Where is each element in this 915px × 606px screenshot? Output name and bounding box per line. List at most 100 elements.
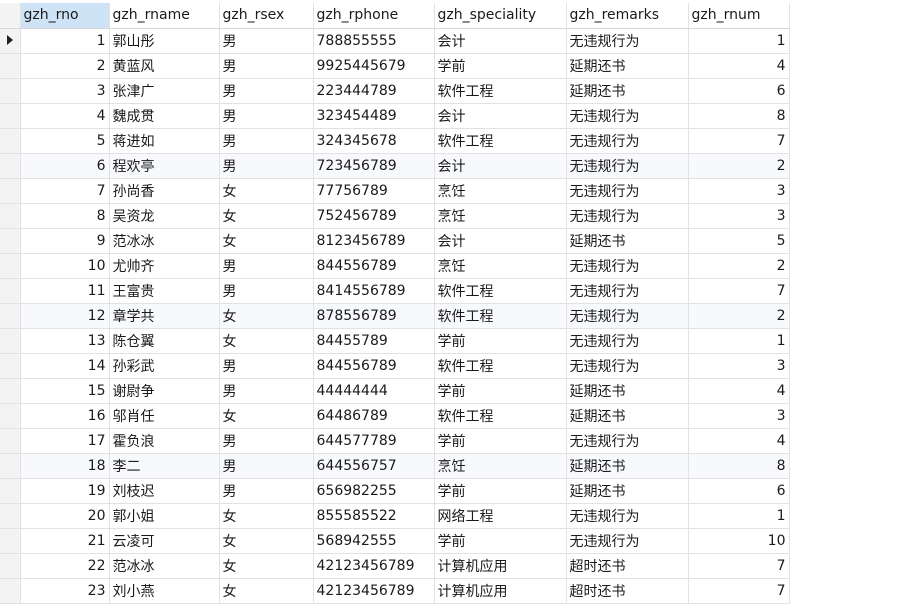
cell-gzh-rno[interactable]: 10 — [20, 253, 110, 279]
row-selector[interactable] — [0, 303, 21, 329]
table-row[interactable]: 21 云凌可女 568942555 学前 无违规行为 10 — [0, 528, 790, 554]
cell-gzh-rnum[interactable]: 7 — [688, 553, 790, 579]
cell-gzh-remarks[interactable]: 延期还书 — [566, 53, 689, 79]
cell-gzh-remarks[interactable]: 延期还书 — [566, 78, 689, 104]
cell-gzh-speciality[interactable]: 学前 — [434, 378, 567, 404]
cell-gzh-rno[interactable]: 3 — [20, 78, 110, 104]
cell-gzh-rphone[interactable]: 8123456789 — [313, 228, 435, 254]
row-selector[interactable] — [0, 103, 21, 129]
cell-gzh-rno[interactable]: 16 — [20, 403, 110, 429]
cell-gzh-speciality[interactable]: 学前 — [434, 53, 567, 79]
cell-gzh-speciality[interactable]: 烹饪 — [434, 203, 567, 229]
cell-gzh-rno[interactable]: 23 — [20, 578, 110, 604]
cell-gzh-rphone[interactable]: 878556789 — [313, 303, 435, 329]
row-selector[interactable] — [0, 253, 21, 279]
table-row[interactable]: 8 吴资龙女 752456789 烹饪 无违规行为 3 — [0, 203, 790, 229]
cell-gzh-remarks[interactable]: 延期还书 — [566, 378, 689, 404]
cell-gzh-rno[interactable]: 12 — [20, 303, 110, 329]
cell-gzh-rphone[interactable]: 77756789 — [313, 178, 435, 204]
cell-gzh-speciality[interactable]: 学前 — [434, 328, 567, 354]
cell-gzh-rname[interactable]: 李二 — [109, 453, 220, 479]
cell-gzh-rname[interactable]: 谢尉争 — [109, 378, 220, 404]
cell-gzh-rnum[interactable]: 3 — [688, 403, 790, 429]
cell-gzh-rphone[interactable]: 64486789 — [313, 403, 435, 429]
cell-gzh-rnum[interactable]: 6 — [688, 478, 790, 504]
cell-gzh-rnum[interactable]: 1 — [688, 328, 790, 354]
cell-gzh-rno[interactable]: 13 — [20, 328, 110, 354]
cell-gzh-rnum[interactable]: 7 — [688, 578, 790, 604]
cell-gzh-speciality[interactable]: 计算机应用 — [434, 578, 567, 604]
cell-gzh-rnum[interactable]: 3 — [688, 178, 790, 204]
cell-gzh-remarks[interactable]: 无违规行为 — [566, 128, 689, 154]
cell-gzh-remarks[interactable]: 延期还书 — [566, 228, 689, 254]
cell-gzh-rnum[interactable]: 5 — [688, 228, 790, 254]
row-selector[interactable] — [0, 203, 21, 229]
cell-gzh-remarks[interactable]: 无违规行为 — [566, 303, 689, 329]
cell-gzh-rname[interactable]: 霍负浪 — [109, 428, 220, 454]
cell-gzh-rphone[interactable]: 752456789 — [313, 203, 435, 229]
cell-gzh-rname[interactable]: 程欢亭 — [109, 153, 220, 179]
table-row[interactable]: 10 尤帅齐男 844556789 烹饪 无违规行为 2 — [0, 253, 790, 279]
cell-gzh-rphone[interactable]: 84455789 — [313, 328, 435, 354]
cell-gzh-remarks[interactable]: 延期还书 — [566, 403, 689, 429]
cell-gzh-rsex[interactable]: 男 — [219, 353, 314, 379]
cell-gzh-rno[interactable]: 4 — [20, 103, 110, 129]
cell-gzh-rphone[interactable]: 223444789 — [313, 78, 435, 104]
table-row[interactable]: 17 霍负浪男 644577789 学前 无违规行为 4 — [0, 428, 790, 454]
row-selector[interactable] — [0, 403, 21, 429]
cell-gzh-rsex[interactable]: 男 — [219, 278, 314, 304]
row-selector[interactable] — [0, 128, 21, 154]
cell-gzh-speciality[interactable]: 烹饪 — [434, 453, 567, 479]
cell-gzh-rname[interactable]: 范冰冰 — [109, 228, 220, 254]
cell-gzh-rno[interactable]: 2 — [20, 53, 110, 79]
cell-gzh-rphone[interactable]: 656982255 — [313, 478, 435, 504]
cell-gzh-rnum[interactable]: 8 — [688, 103, 790, 129]
result-grid[interactable]: gzh_rno gzh_rname gzh_rsex gzh_rphone gz… — [0, 3, 790, 604]
cell-gzh-rnum[interactable]: 3 — [688, 203, 790, 229]
cell-gzh-remarks[interactable]: 无违规行为 — [566, 353, 689, 379]
row-selector[interactable] — [0, 78, 21, 104]
cell-gzh-speciality[interactable]: 烹饪 — [434, 253, 567, 279]
cell-gzh-remarks[interactable]: 超时还书 — [566, 578, 689, 604]
cell-gzh-rphone[interactable]: 44444444 — [313, 378, 435, 404]
row-selector[interactable] — [0, 278, 21, 304]
cell-gzh-rsex[interactable]: 男 — [219, 153, 314, 179]
cell-gzh-speciality[interactable]: 软件工程 — [434, 353, 567, 379]
cell-gzh-rname[interactable]: 张津广 — [109, 78, 220, 104]
cell-gzh-rphone[interactable]: 644577789 — [313, 428, 435, 454]
row-selector[interactable] — [0, 428, 21, 454]
cell-gzh-rnum[interactable]: 3 — [688, 353, 790, 379]
column-header-gzh-rsex[interactable]: gzh_rsex — [219, 3, 314, 29]
cell-gzh-speciality[interactable]: 会计 — [434, 153, 567, 179]
cell-gzh-remarks[interactable]: 无违规行为 — [566, 253, 689, 279]
cell-gzh-speciality[interactable]: 会计 — [434, 228, 567, 254]
cell-gzh-rname[interactable]: 孙尚香 — [109, 178, 220, 204]
cell-gzh-rname[interactable]: 云凌可 — [109, 528, 220, 554]
cell-gzh-rphone[interactable]: 723456789 — [313, 153, 435, 179]
cell-gzh-rname[interactable]: 郭山彤 — [109, 28, 220, 54]
row-selector[interactable] — [0, 353, 21, 379]
cell-gzh-rno[interactable]: 17 — [20, 428, 110, 454]
column-header-gzh-rname[interactable]: gzh_rname — [109, 3, 220, 29]
cell-gzh-rno[interactable]: 6 — [20, 153, 110, 179]
table-row[interactable]: 15 谢尉争男 44444444 学前 延期还书 4 — [0, 378, 790, 404]
row-selector[interactable] — [0, 153, 21, 179]
table-row[interactable]: 12 章学共女 878556789 软件工程 无违规行为 2 — [0, 303, 790, 329]
cell-gzh-rname[interactable]: 尤帅齐 — [109, 253, 220, 279]
cell-gzh-speciality[interactable]: 软件工程 — [434, 128, 567, 154]
table-row[interactable]: 23 刘小燕女 42123456789 计算机应用 超时还书 7 — [0, 578, 790, 604]
table-row[interactable]: 13 陈仓翼女 84455789 学前 无违规行为 1 — [0, 328, 790, 354]
cell-gzh-rname[interactable]: 王富贵 — [109, 278, 220, 304]
cell-gzh-remarks[interactable]: 无违规行为 — [566, 203, 689, 229]
cell-gzh-rsex[interactable]: 男 — [219, 478, 314, 504]
table-row[interactable]: 11 王富贵男 8414556789 软件工程 无违规行为 7 — [0, 278, 790, 304]
cell-gzh-rno[interactable]: 1 — [20, 28, 110, 54]
cell-gzh-remarks[interactable]: 无违规行为 — [566, 503, 689, 529]
cell-gzh-rsex[interactable]: 男 — [219, 128, 314, 154]
row-selector[interactable] — [0, 553, 21, 579]
cell-gzh-rsex[interactable]: 男 — [219, 453, 314, 479]
cell-gzh-rphone[interactable]: 42123456789 — [313, 553, 435, 579]
table-row[interactable]: 16 邬肖任女 64486789 软件工程 延期还书 3 — [0, 403, 790, 429]
cell-gzh-speciality[interactable]: 烹饪 — [434, 178, 567, 204]
cell-gzh-rphone[interactable]: 323454489 — [313, 103, 435, 129]
